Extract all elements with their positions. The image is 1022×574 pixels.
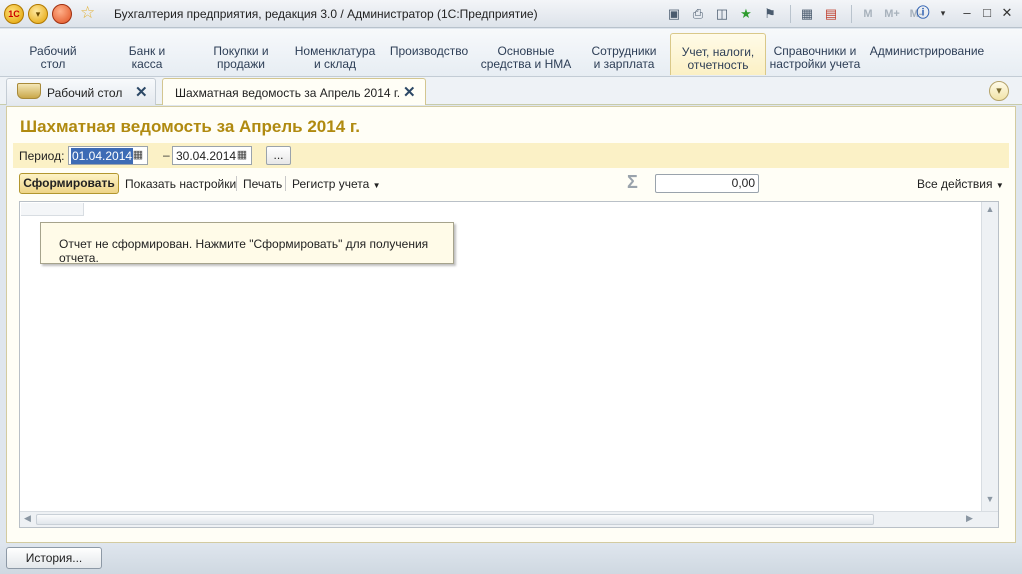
- desktop-icon: [17, 83, 41, 99]
- info-icon[interactable]: ⓘ: [914, 4, 932, 22]
- tab-report[interactable]: Шахматная ведомость за Апрель 2014 г. ✕: [162, 78, 426, 105]
- calendar-icon[interactable]: ▦: [235, 148, 249, 163]
- tab-report-label: Шахматная ведомость за Апрель 2014 г.: [175, 86, 401, 100]
- date-from-value: 01.04.2014: [71, 148, 134, 164]
- period-label: Период:: [19, 149, 65, 163]
- save-icon[interactable]: ▣: [664, 4, 684, 24]
- section-administration[interactable]: Администрирование: [868, 33, 986, 75]
- vertical-scrollbar[interactable]: ▲ ▼: [981, 202, 998, 512]
- close-window-icon[interactable]: ✕: [998, 4, 1016, 22]
- date-to-value: 30.04.2014: [176, 149, 237, 163]
- print-button[interactable]: Печать: [243, 177, 282, 191]
- tabs-menu-icon[interactable]: ▾: [989, 81, 1009, 101]
- tab-desktop-label: Рабочий стол: [47, 86, 123, 100]
- date-to-field[interactable]: 30.04.2014 ▦: [172, 146, 252, 165]
- scroll-up-icon[interactable]: ▲: [984, 204, 996, 218]
- open-windows-bar: Рабочий стол ✕ Шахматная ведомость за Ап…: [0, 77, 1022, 105]
- scroll-right-icon[interactable]: ▶: [966, 513, 973, 524]
- horizontal-scrollbar[interactable]: ◀ ▶: [20, 511, 998, 527]
- period-select-button[interactable]: ...: [266, 146, 291, 165]
- calendar-icon[interactable]: ▦: [131, 148, 145, 163]
- info-dropdown-icon[interactable]: ▾: [934, 4, 952, 22]
- chevron-down-icon: ▼: [995, 181, 1004, 190]
- stop-icon[interactable]: [52, 4, 72, 24]
- command-separator: [285, 176, 286, 191]
- favorites-star-icon[interactable]: ☆: [80, 3, 95, 23]
- report-cell: [21, 203, 84, 216]
- horizontal-scroll-thumb[interactable]: [36, 514, 874, 525]
- report-not-generated-notice: Отчет не сформирован. Нажмите "Сформиров…: [40, 222, 454, 265]
- register-dropdown[interactable]: Регистр учета ▼: [292, 177, 381, 191]
- calculator-icon[interactable]: ▦: [797, 4, 817, 24]
- page-title: Шахматная ведомость за Апрель 2014 г.: [20, 117, 360, 136]
- close-tab-icon[interactable]: ✕: [403, 83, 416, 101]
- command-separator: [236, 176, 237, 191]
- print-icon[interactable]: ⎙: [688, 4, 708, 24]
- section-purchases-sales[interactable]: Покупки и продажи: [196, 33, 286, 75]
- status-bar: История...: [0, 543, 1022, 574]
- report-area[interactable]: ▲ ▼ ◀ ▶ Отчет не сформирован. Нажмите "С…: [19, 201, 999, 528]
- section-nomenclature-warehouse[interactable]: Номенклатура и склад: [292, 33, 378, 75]
- window-title: Бухгалтерия предприятия, редакция 3.0 / …: [114, 7, 538, 21]
- maximize-icon[interactable]: □: [978, 4, 996, 22]
- memory-m-button[interactable]: M: [858, 4, 878, 24]
- favorites-add-icon[interactable]: ★: [736, 4, 756, 24]
- title-toolbar: ▣ ⎙ ◫ ★ ⚑ ▦ ▤ M M+ M-: [664, 4, 930, 24]
- scroll-down-icon[interactable]: ▼: [984, 494, 996, 508]
- minimize-icon[interactable]: –: [958, 4, 976, 22]
- section-production[interactable]: Производство: [386, 33, 472, 75]
- bookmark-icon[interactable]: ⚑: [760, 4, 780, 24]
- toolbar-separator: [790, 5, 791, 23]
- period-bar: Период: 01.04.2014 ▦ – 30.04.2014 ▦ ...: [13, 143, 1009, 168]
- command-bar: Сформировать Показать настройки Печать Р…: [13, 171, 1009, 197]
- memory-plus-button[interactable]: M+: [882, 4, 902, 24]
- chevron-down-icon: ▼: [372, 181, 381, 190]
- sections-panel: Рабочий стол Банк и касса Покупки и продажи…: [0, 29, 1022, 77]
- show-settings-button[interactable]: Показать настройки: [125, 177, 236, 191]
- app-logo-icon[interactable]: 1С: [4, 4, 24, 24]
- date-from-field[interactable]: 01.04.2014 ▦: [68, 146, 148, 165]
- tab-desktop[interactable]: Рабочий стол ✕: [6, 78, 156, 105]
- sum-field: 0,00: [655, 174, 759, 193]
- scroll-left-icon[interactable]: ◀: [24, 513, 31, 524]
- all-actions-dropdown[interactable]: Все действия ▼: [917, 177, 1004, 191]
- history-button[interactable]: История...: [6, 547, 102, 569]
- register-label: Регистр учета: [292, 177, 370, 191]
- generate-button[interactable]: Сформировать: [19, 173, 119, 194]
- sum-icon: Σ: [627, 172, 638, 192]
- section-fixed-assets[interactable]: Основные средства и НМА: [478, 33, 574, 75]
- main-menu-icon[interactable]: ▾: [28, 4, 48, 24]
- toolbar-separator: [851, 5, 852, 23]
- section-accounting-taxes[interactable]: Учет, налоги, отчетность: [670, 33, 766, 75]
- close-tab-icon[interactable]: ✕: [135, 83, 148, 101]
- calendar-icon[interactable]: ▤: [821, 4, 841, 24]
- report-form: Шахматная ведомость за Апрель 2014 г. Пе…: [6, 106, 1016, 543]
- period-dash: –: [163, 148, 170, 162]
- section-bank-cash[interactable]: Банк и касса: [108, 33, 186, 75]
- section-desktop[interactable]: Рабочий стол: [14, 33, 92, 75]
- preview-icon[interactable]: ◫: [712, 4, 732, 24]
- section-references-settings[interactable]: Справочники и настройки учета: [766, 33, 864, 75]
- all-actions-label: Все действия: [917, 177, 993, 191]
- title-bar: 1С ▾ ☆ Бухгалтерия предприятия, редакция…: [0, 0, 1022, 28]
- section-employees-salary[interactable]: Сотрудники и зарплата: [582, 33, 666, 75]
